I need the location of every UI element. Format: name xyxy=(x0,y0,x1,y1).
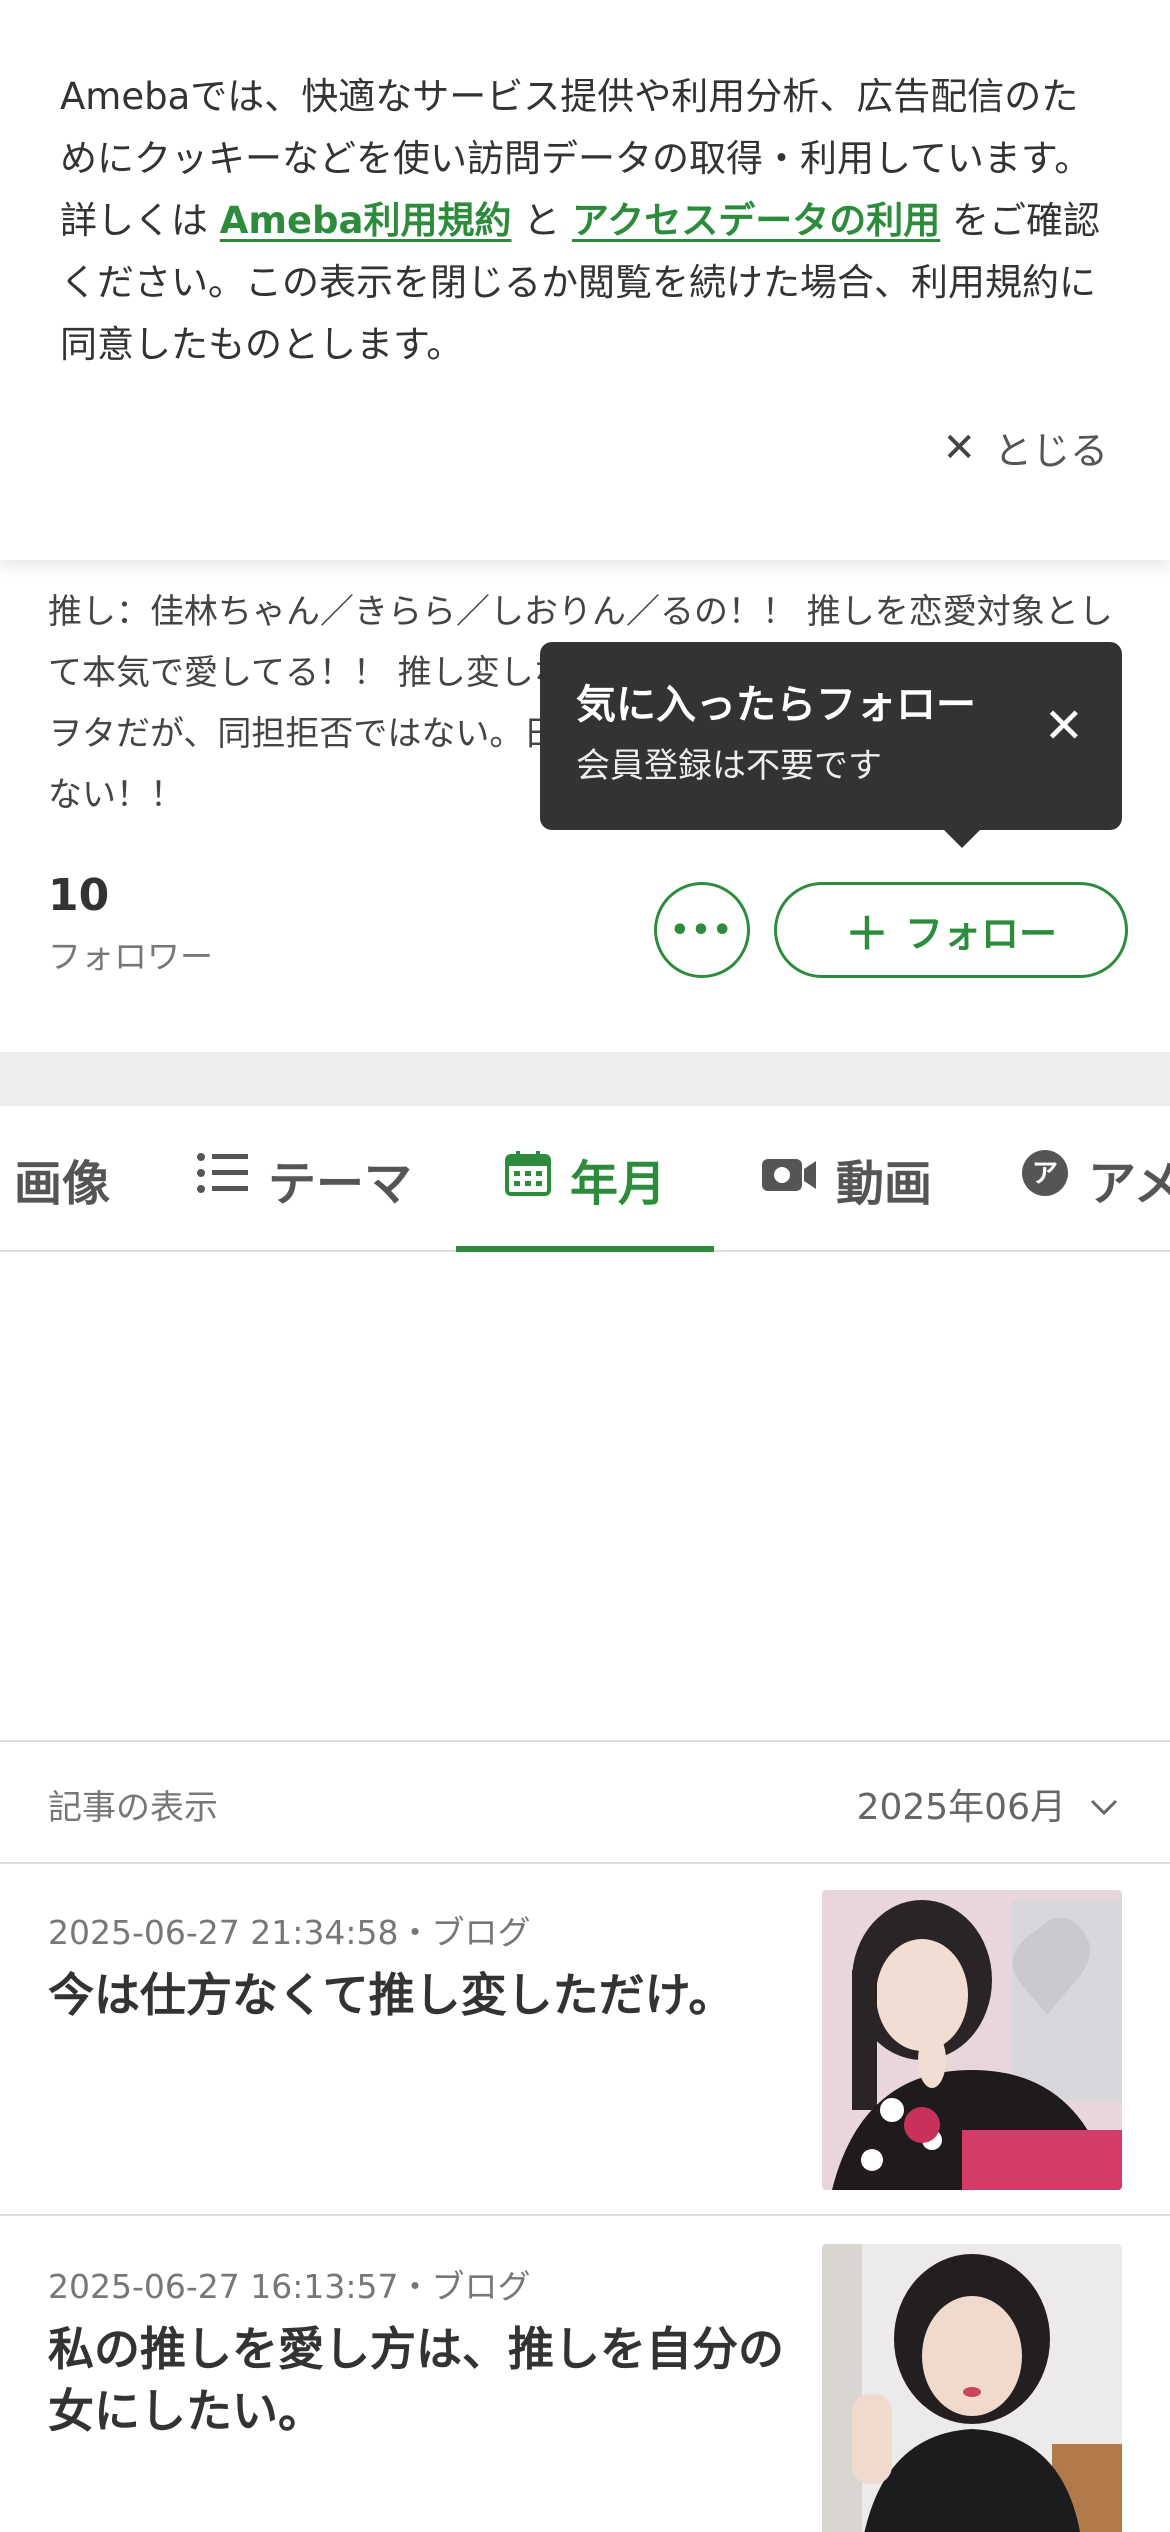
tab-videos[interactable]: 動画 xyxy=(760,1106,932,1252)
follow-button[interactable]: ＋ フォロー xyxy=(774,882,1128,978)
tab-images[interactable]: 画像 xyxy=(14,1106,110,1252)
section-divider xyxy=(0,1052,1170,1106)
tooltip-subtitle: 会員登録は不要です xyxy=(576,746,882,786)
article-meta: 2025-06-27 21:34:58・ブログ xyxy=(48,1913,531,1952)
calendar-icon xyxy=(504,1149,552,1209)
list-icon xyxy=(196,1151,250,1207)
article-title[interactable]: 私の推しを愛し方は、推しを自分の女にしたい。 xyxy=(48,2318,788,2442)
tab-themes[interactable]: テーマ xyxy=(196,1106,412,1252)
article-display-label: 記事の表示 xyxy=(48,1788,218,1828)
tooltip-title: 気に入ったらフォロー xyxy=(576,682,976,728)
cookie-text-and: と xyxy=(511,199,573,242)
video-camera-icon xyxy=(760,1151,818,1207)
article-item[interactable]: 2025-06-27 21:34:58・ブログ 今は仕方なくて推し変しただけ。 xyxy=(0,1864,1170,2216)
terms-of-use-link[interactable]: Ameba利用規約 xyxy=(220,199,512,242)
article-meta: 2025-06-27 16:13:57・ブログ xyxy=(48,2267,531,2306)
chevron-down-icon xyxy=(1090,1784,1118,1825)
article-item[interactable]: 2025-06-27 16:13:57・ブログ 私の推しを愛し方は、推しを自分の… xyxy=(0,2218,1170,2532)
tab-bar: 画像 テーマ 年月 動画 ア アメ xyxy=(0,1106,1170,1252)
access-data-usage-link[interactable]: アクセスデータの利用 xyxy=(572,199,940,242)
close-icon: ✕ xyxy=(942,424,976,471)
empty-content-area xyxy=(0,1254,1170,1740)
tab-images-label: 画像 xyxy=(14,1156,111,1212)
cookie-close-label: とじる xyxy=(993,429,1108,473)
article-thumbnail[interactable] xyxy=(822,1890,1122,2190)
ameba-icon: ア xyxy=(1020,1148,1070,1210)
article-thumbnail[interactable] xyxy=(822,2244,1122,2532)
tab-themes-label: テーマ xyxy=(268,1156,413,1212)
plus-icon: ＋ xyxy=(844,909,889,960)
article-title[interactable]: 今は仕方なくて推し変しただけ。 xyxy=(48,1964,788,2026)
month-select-value: 2025年06月 xyxy=(856,1787,1066,1828)
cookie-close-button[interactable]: ✕ とじる xyxy=(942,420,1108,475)
tab-ameba-label: アメ xyxy=(1088,1156,1170,1212)
article-display-bar: 記事の表示 2025年06月 xyxy=(0,1740,1170,1864)
ellipsis-icon: ••• xyxy=(670,912,734,948)
follower-count: 10 xyxy=(48,870,110,921)
svg-text:ア: ア xyxy=(1032,1159,1058,1189)
cookie-consent-banner: Amebaでは、快適なサービス提供や利用分析、広告配信のためにクッキーなどを使い… xyxy=(0,0,1170,560)
follow-tooltip: 気に入ったらフォロー 会員登録は不要です ✕ xyxy=(540,642,1122,848)
tab-year-month-label: 年月 xyxy=(570,1156,667,1212)
follow-label: フォロー xyxy=(904,911,1057,956)
follower-label: フォロワー xyxy=(48,937,213,976)
tooltip-close-icon[interactable]: ✕ xyxy=(1044,698,1084,754)
tab-year-month[interactable]: 年月 xyxy=(504,1106,666,1252)
more-options-button[interactable]: ••• xyxy=(654,882,750,978)
month-select[interactable]: 2025年06月 xyxy=(857,1778,1118,1830)
tab-videos-label: 動画 xyxy=(836,1156,933,1212)
active-tab-indicator xyxy=(456,1246,714,1252)
tab-ameba[interactable]: ア アメ xyxy=(1020,1106,1170,1252)
cookie-consent-text: Amebaでは、快適なサービス提供や利用分析、広告配信のためにクッキーなどを使い… xyxy=(60,66,1110,376)
